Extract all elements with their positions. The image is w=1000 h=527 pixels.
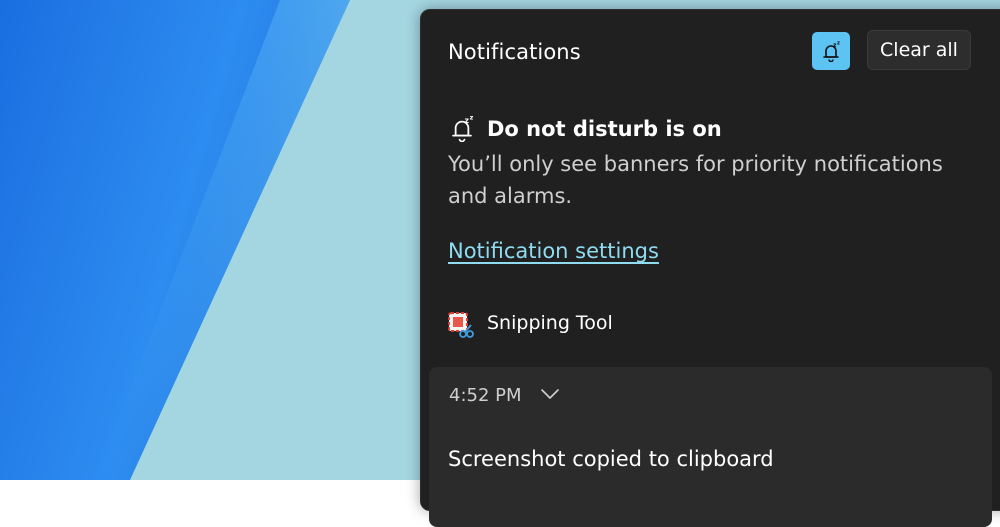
svg-text:z: z [837,41,840,47]
clear-all-button[interactable]: Clear all [867,30,971,70]
bell-snooze-icon: z z [452,115,474,142]
notification-settings-link[interactable]: Notification settings [448,239,659,263]
notification-time: 4:52 PM [449,385,522,406]
panel-title: Notifications [448,40,581,64]
snipping-tool-icon [448,312,474,338]
notification-message: Screenshot copied to clipboard [448,447,774,471]
dnd-description: You’ll only see banners for priority not… [448,152,943,208]
bell-snooze-icon: z z [823,41,840,62]
dnd-heading: Do not disturb is on [487,117,722,141]
do-not-disturb-toggle[interactable]: z z [812,32,850,70]
notification-card[interactable]: 4:52 PM Screenshot copied to clipboard [429,367,992,527]
chevron-down-icon [541,389,559,399]
notification-center-panel: Notifications z z Clear all z z Do not d… [420,9,1000,527]
app-name: Snipping Tool [487,312,613,334]
expand-button[interactable] [537,381,563,407]
svg-text:z: z [470,115,474,122]
